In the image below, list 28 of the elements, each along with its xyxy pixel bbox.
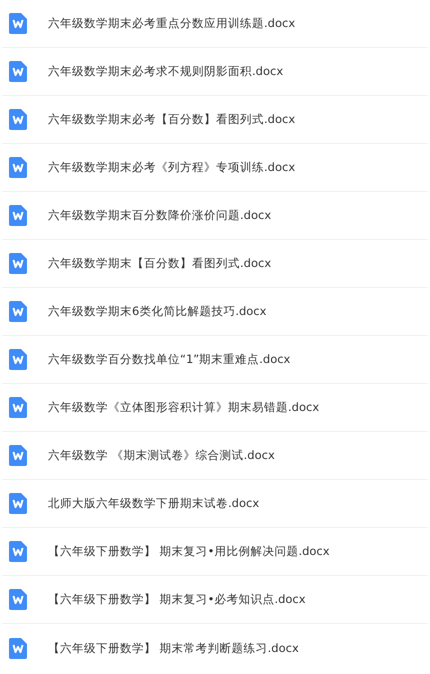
document-icon bbox=[9, 61, 27, 82]
document-icon bbox=[9, 349, 27, 370]
document-icon bbox=[9, 109, 27, 130]
file-name[interactable]: 六年级数学期末必考求不规则阴影面积.docx bbox=[48, 64, 284, 79]
file-name[interactable]: 【六年级下册数学】 期末常考判断题练习.docx bbox=[48, 640, 299, 656]
document-icon bbox=[9, 445, 27, 466]
document-icon bbox=[9, 397, 27, 418]
file-name[interactable]: 六年级数学 《期末测试卷》综合测试.docx bbox=[48, 448, 275, 463]
file-name[interactable]: 六年级数学期末百分数降价涨价问题.docx bbox=[48, 208, 272, 223]
document-icon bbox=[9, 157, 27, 178]
document-icon bbox=[9, 13, 27, 34]
document-icon bbox=[9, 541, 27, 562]
file-name[interactable]: 六年级数学期末必考【百分数】看图列式.docx bbox=[48, 112, 296, 127]
document-icon bbox=[9, 493, 27, 514]
document-icon bbox=[9, 638, 27, 658]
file-name[interactable]: 六年级数学期末必考重点分数应用训练题.docx bbox=[48, 16, 296, 31]
document-icon bbox=[9, 589, 27, 610]
document-icon bbox=[9, 205, 27, 226]
file-name[interactable]: 六年级数学期末6类化简比解题技巧.docx bbox=[48, 304, 266, 319]
file-name[interactable]: 六年级数学百分数找单位“1”期末重难点.docx bbox=[48, 352, 290, 367]
file-name[interactable]: 六年级数学期末【百分数】看图列式.docx bbox=[48, 256, 272, 271]
file-name[interactable]: 北师大版六年级数学下册期末试卷.docx bbox=[48, 496, 260, 511]
file-name[interactable]: 六年级数学期末必考《列方程》专项训练.docx bbox=[48, 160, 296, 175]
document-icon bbox=[9, 253, 27, 274]
file-name[interactable]: 【六年级下册数学】 期末复习•必考知识点.docx bbox=[48, 592, 306, 607]
file-name[interactable]: 【六年级下册数学】 期末复习•用比例解决问题.docx bbox=[48, 544, 330, 559]
file-name[interactable]: 六年级数学《立体图形容积计算》期末易错题.docx bbox=[48, 400, 320, 415]
document-icon bbox=[9, 301, 27, 322]
